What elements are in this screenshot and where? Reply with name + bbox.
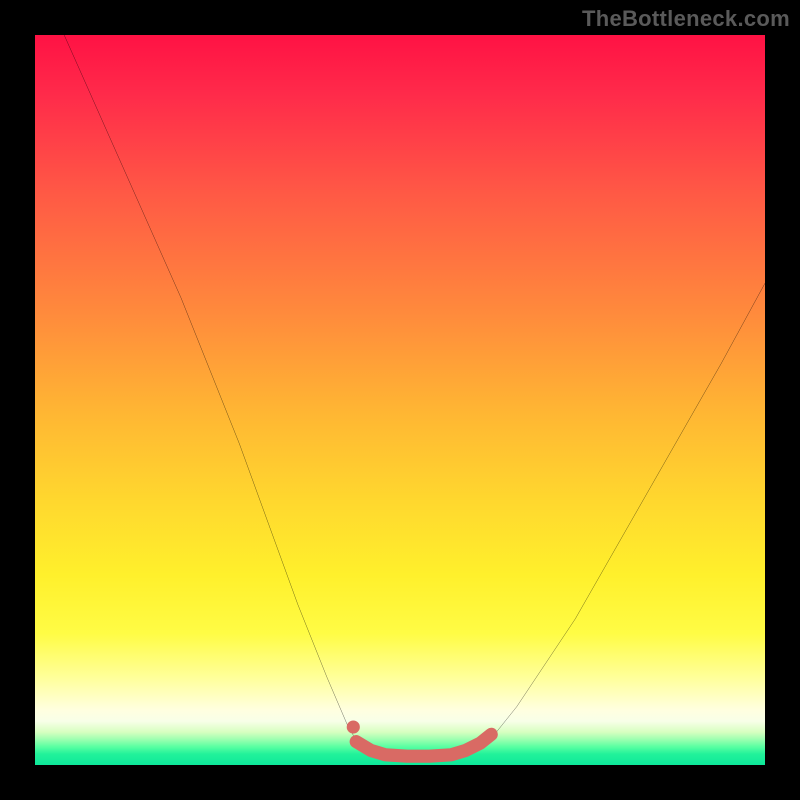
curve-layer: [35, 35, 765, 765]
optimal-range-marker: [356, 734, 491, 756]
highlight-dot: [347, 720, 360, 733]
watermark-text: TheBottleneck.com: [582, 6, 790, 32]
chart-frame: TheBottleneck.com: [0, 0, 800, 800]
bottleneck-curve: [64, 35, 765, 758]
plot-area: [35, 35, 765, 765]
